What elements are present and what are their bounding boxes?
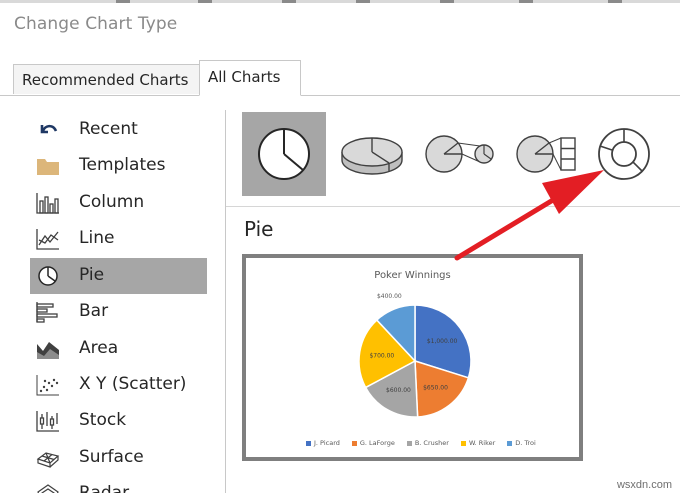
legend-item: J. Picard (306, 439, 340, 447)
chart-legend: J. Picard G. LaForge B. Crusher W. Riker D. … (306, 439, 536, 447)
legend-swatch (351, 440, 357, 446)
tab-strip-border (0, 95, 680, 96)
legend-label: B. Crusher (414, 439, 449, 447)
gallery-divider (226, 206, 680, 207)
sidebar-item-label: Surface (79, 447, 144, 467)
sidebar-item-label: Line (79, 228, 115, 248)
sidebar-item-label: Radar (79, 483, 130, 493)
subtype-pie[interactable] (242, 112, 326, 196)
sidebar-divider (225, 110, 226, 493)
sidebar-item-label: Stock (79, 410, 127, 430)
sidebar-item-surface[interactable]: Surface (30, 440, 207, 476)
sidebar-item-label: Recent (79, 119, 138, 139)
legend-label: D. Troi (515, 439, 536, 447)
subtype-doughnut[interactable] (582, 112, 666, 196)
sidebar-item-area[interactable]: Area (30, 331, 207, 367)
legend-swatch (460, 440, 466, 446)
scatter-chart-icon (36, 374, 60, 396)
undo-arrow-icon (36, 119, 60, 141)
data-label: $600.00 (386, 387, 411, 394)
folder-icon (36, 155, 60, 177)
data-label: $400.00 (377, 293, 402, 300)
chart-preview[interactable]: Poker Winnings $1,000.00 $650.00 $600.00 $7… (242, 254, 583, 461)
pie-chart: $1,000.00 $650.00 $600.00 $700.00 $400.00 (358, 293, 472, 418)
legend-item: D. Troi (507, 439, 536, 447)
sidebar-item-pie[interactable]: Pie (30, 258, 207, 294)
subtype-pie-of-pie[interactable] (418, 112, 502, 196)
sidebar-item-label: Templates (79, 155, 166, 175)
sidebar-item-radar[interactable]: Radar (30, 476, 207, 493)
sidebar-item-label: Bar (79, 301, 109, 321)
legend-swatch (507, 440, 513, 446)
sidebar-item-label: Area (79, 338, 119, 358)
watermark-text: wsxdn.com (616, 479, 672, 491)
pie-3d-subtype-icon (341, 137, 403, 175)
tab-recommended-charts[interactable]: Recommended Charts (13, 64, 201, 94)
bar-chart-icon (36, 301, 60, 323)
data-label: $1,000.00 (427, 338, 458, 345)
pie-subtype-icon (258, 128, 310, 180)
sidebar-item-label: Pie (79, 265, 105, 285)
legend-swatch (306, 440, 311, 446)
sidebar-item-column[interactable]: Column (30, 185, 207, 221)
dialog-title: Change Chart Type (14, 14, 178, 34)
bar-of-pie-subtype-icon (516, 135, 576, 173)
line-chart-icon (36, 228, 60, 250)
legend-label: G. LaForge (359, 439, 395, 447)
sidebar-item-label: X Y (Scatter) (79, 374, 187, 394)
tab-all-charts[interactable]: All Charts (199, 60, 301, 96)
pie-of-pie-subtype-icon (425, 135, 494, 173)
subtype-3d-pie[interactable] (330, 112, 414, 196)
sidebar-item-recent[interactable]: Recent (30, 112, 207, 148)
radar-chart-icon (36, 483, 60, 493)
sidebar-item-stock[interactable]: Stock (30, 403, 207, 439)
legend-item: G. LaForge (351, 439, 395, 447)
legend-label: W. Riker (468, 439, 496, 447)
sidebar-item-bar[interactable]: Bar (30, 294, 207, 330)
legend-label: J. Picard (314, 439, 340, 447)
legend-item: W. Riker (460, 439, 496, 447)
surface-chart-icon (36, 447, 60, 469)
column-chart-icon (36, 192, 60, 214)
section-title: Pie (244, 217, 274, 241)
sidebar-item-line[interactable]: Line (30, 221, 207, 257)
stock-chart-icon (36, 410, 60, 432)
subtype-bar-of-pie[interactable] (506, 112, 590, 196)
data-label: $700.00 (369, 353, 394, 360)
legend-item: B. Crusher (406, 439, 449, 447)
pie-chart-icon (36, 265, 60, 287)
sidebar-item-xy-scatter[interactable]: X Y (Scatter) (30, 367, 207, 403)
area-chart-icon (36, 338, 60, 360)
doughnut-subtype-icon (598, 128, 650, 180)
sidebar-item-templates[interactable]: Templates (30, 148, 207, 184)
data-label: $650.00 (423, 385, 448, 392)
window-top-strip (0, 0, 680, 3)
sidebar-item-label: Column (79, 192, 145, 212)
legend-swatch (406, 440, 412, 446)
